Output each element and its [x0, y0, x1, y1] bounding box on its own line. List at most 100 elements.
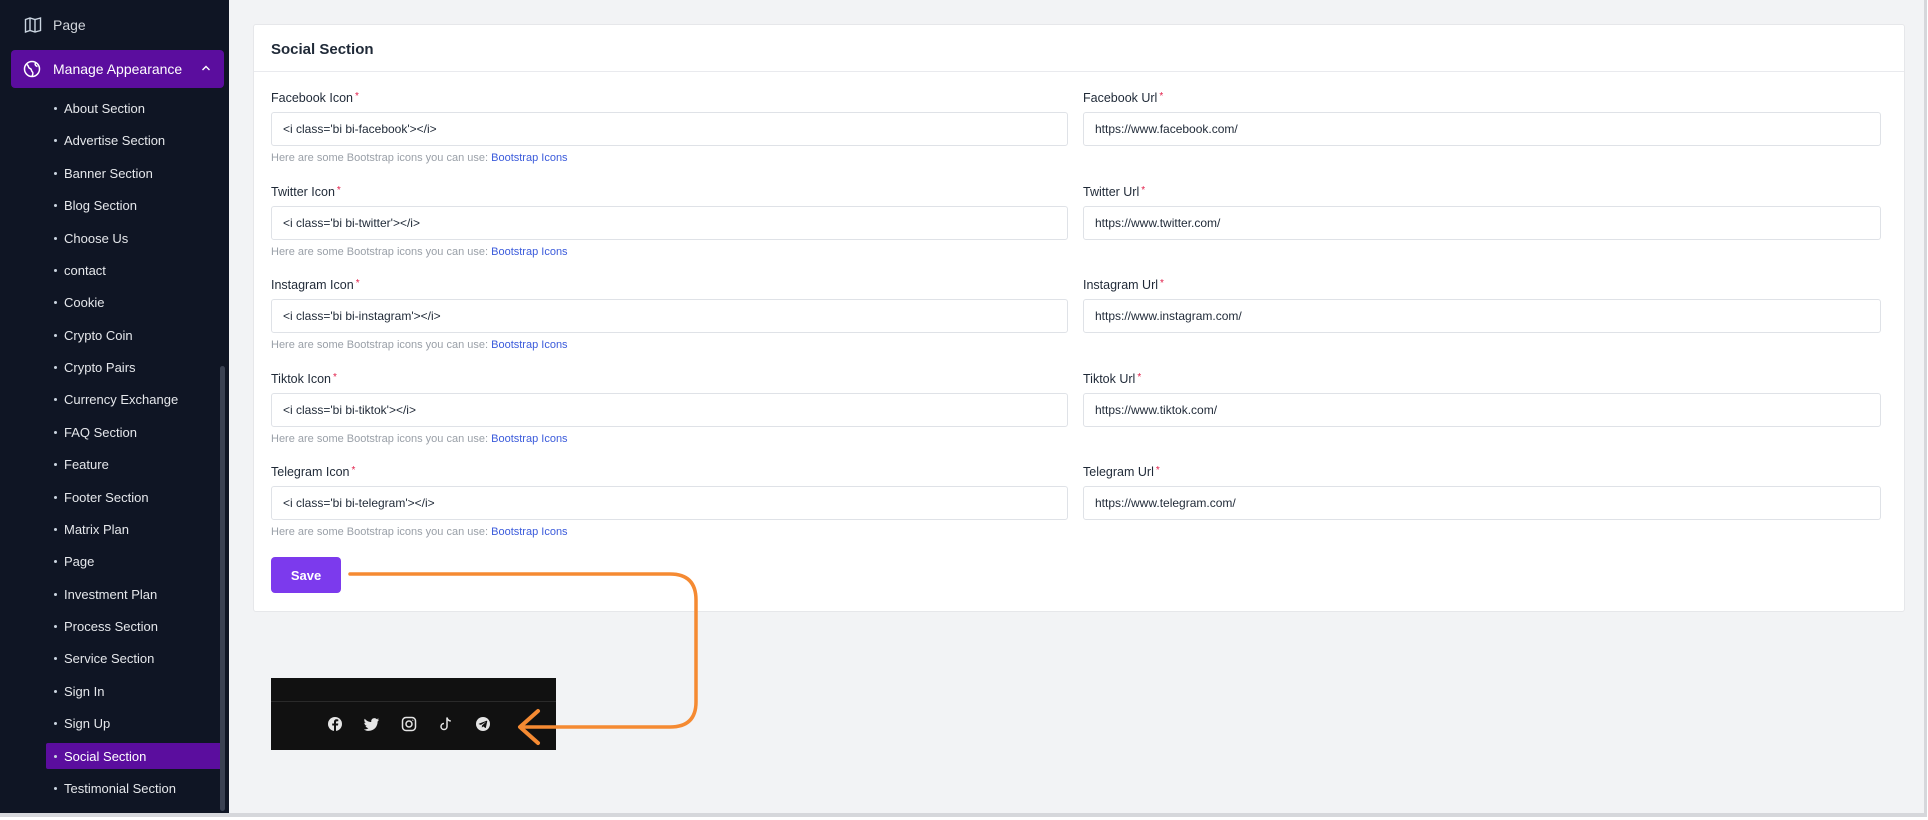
- label-text: Facebook Icon: [271, 91, 353, 105]
- hint-label: Here are some Bootstrap icons you can us…: [271, 339, 489, 351]
- sidebar-item-page[interactable]: Page: [46, 548, 224, 574]
- required-marker: *: [336, 185, 341, 196]
- sidebar-item-label: Currency Exchange: [64, 391, 179, 407]
- required-marker: *: [355, 278, 360, 289]
- sidebar-item-testimonial-section[interactable]: Testimonial Section: [46, 775, 224, 801]
- tiktok-url-input[interactable]: [1083, 393, 1881, 427]
- sidebar-item-crypto-coin[interactable]: Crypto Coin: [46, 322, 224, 348]
- bullet-icon: [54, 495, 57, 499]
- sidebar-item-page-top[interactable]: Page: [0, 12, 229, 38]
- sidebar-item-label: FAQ Section: [64, 424, 137, 440]
- sidebar-item-investment-plan[interactable]: Investment Plan: [46, 581, 224, 607]
- hint-text: Here are some Bootstrap icons you can us…: [271, 152, 568, 164]
- bullet-icon: [54, 300, 57, 304]
- sidebar-item-label: Banner Section: [64, 165, 153, 181]
- sidebar-item-banner-section[interactable]: Banner Section: [46, 160, 224, 186]
- map-icon: [24, 17, 42, 33]
- bullet-icon: [54, 106, 57, 110]
- hint-label: Here are some Bootstrap icons you can us…: [271, 246, 489, 258]
- sidebar-item-label: contact: [64, 262, 106, 278]
- sidebar-item-footer-section[interactable]: Footer Section: [46, 484, 224, 510]
- main-content: Social Section Facebook Icon* Here are s…: [229, 0, 1924, 813]
- required-marker: *: [332, 372, 337, 383]
- hint-label: Here are some Bootstrap icons you can us…: [271, 152, 489, 164]
- sidebar-item-label: Service Section: [64, 650, 155, 666]
- hint-text: Here are some Bootstrap icons you can us…: [271, 433, 568, 445]
- sidebar-item-currency-exchange[interactable]: Currency Exchange: [46, 386, 224, 412]
- sidebar-item-label: Cookie: [64, 294, 105, 310]
- sidebar-item-faq-section[interactable]: FAQ Section: [46, 419, 224, 445]
- telegram-url-input[interactable]: [1083, 486, 1881, 520]
- tiktok-icon-input[interactable]: [271, 393, 1068, 427]
- tiktok-icon: [440, 717, 451, 731]
- divider: [271, 701, 556, 702]
- sidebar-item-label: Sign Up: [64, 715, 111, 731]
- required-marker: *: [1141, 185, 1146, 196]
- sidebar-item-label: Feature: [64, 456, 109, 472]
- twitter-url-input[interactable]: [1083, 206, 1881, 240]
- instagram-url-input[interactable]: [1083, 299, 1881, 333]
- sidebar-item-sign-in[interactable]: Sign In: [46, 678, 224, 704]
- hint-text: Here are some Bootstrap icons you can us…: [271, 339, 568, 351]
- sidebar-item-social-section[interactable]: Social Section: [46, 743, 224, 769]
- chevron-up-icon[interactable]: [200, 62, 212, 74]
- required-marker: *: [355, 91, 359, 102]
- facebook-url-input[interactable]: [1083, 112, 1881, 146]
- hint-label: Here are some Bootstrap icons you can us…: [271, 433, 489, 445]
- bootstrap-icons-link[interactable]: Bootstrap Icons: [491, 339, 567, 351]
- facebook-icon-input[interactable]: [271, 112, 1068, 146]
- social-icons-preview: [271, 678, 556, 750]
- twitter-icon-input[interactable]: [271, 206, 1068, 240]
- bootstrap-icons-link[interactable]: Bootstrap Icons: [491, 433, 567, 445]
- sidebar-item-contact[interactable]: contact: [46, 257, 224, 283]
- bullet-icon: [54, 689, 57, 693]
- sidebar-item-matrix-plan[interactable]: Matrix Plan: [46, 516, 224, 542]
- bootstrap-icons-link[interactable]: Bootstrap Icons: [491, 152, 567, 164]
- sidebar-item-cookie[interactable]: Cookie: [46, 289, 224, 315]
- bullet-icon: [54, 203, 57, 207]
- twitter-url-label: Twitter Url *: [1083, 185, 1145, 199]
- telegram-icon-label: Telegram Icon *: [271, 465, 355, 479]
- save-button[interactable]: Save: [271, 557, 341, 593]
- instagram-icon: [401, 716, 417, 732]
- sidebar-item-advertise-section[interactable]: Advertise Section: [46, 127, 224, 153]
- instagram-url-label: Instagram Url *: [1083, 278, 1164, 292]
- bullet-icon: [54, 624, 57, 628]
- sidebar-item-feature[interactable]: Feature: [46, 451, 224, 477]
- sidebar-item-choose-us[interactable]: Choose Us: [46, 225, 224, 251]
- bullet-icon: [54, 236, 57, 240]
- telegram-icon-input[interactable]: [271, 486, 1068, 520]
- sidebar-item-about-section[interactable]: About Section: [46, 95, 224, 121]
- sidebar-scrollbar[interactable]: [220, 366, 225, 811]
- label-text: Tiktok Url: [1083, 372, 1136, 386]
- required-marker: *: [1160, 278, 1164, 289]
- sidebar-item-manage-appearance[interactable]: Manage Appearance: [11, 50, 224, 88]
- bullet-icon: [54, 365, 57, 369]
- bullet-icon: [54, 138, 57, 142]
- facebook-icon-label: Facebook Icon *: [271, 91, 359, 105]
- instagram-icon-input[interactable]: [271, 299, 1068, 333]
- tiktok-icon-label: Tiktok Icon *: [271, 372, 337, 386]
- telegram-icon: [476, 717, 490, 731]
- required-marker: *: [351, 465, 356, 476]
- bootstrap-icons-link[interactable]: Bootstrap Icons: [491, 526, 567, 538]
- twitter-icon: [364, 718, 379, 731]
- bullet-icon: [54, 754, 57, 758]
- sidebar-item-crypto-pairs[interactable]: Crypto Pairs: [46, 354, 224, 380]
- sidebar-item-service-section[interactable]: Service Section: [46, 645, 224, 671]
- hint-text: Here are some Bootstrap icons you can us…: [271, 526, 568, 538]
- facebook-url-label: Facebook Url *: [1083, 91, 1163, 105]
- sidebar-item-sign-up[interactable]: Sign Up: [46, 710, 224, 736]
- sidebar-item-label: Footer Section: [64, 489, 149, 505]
- sidebar-item-label: Process Section: [64, 618, 158, 634]
- label-text: Telegram Icon: [271, 465, 350, 479]
- sidebar-item-process-section[interactable]: Process Section: [46, 613, 224, 639]
- label-text: Telegram Url: [1083, 465, 1154, 479]
- hint-text: Here are some Bootstrap icons you can us…: [271, 246, 568, 258]
- sidebar-item-label: Crypto Pairs: [64, 359, 136, 375]
- social-section-card: Social Section Facebook Icon* Here are s…: [253, 24, 1905, 612]
- bullet-icon: [54, 397, 57, 401]
- sidebar-item-blog-section[interactable]: Blog Section: [46, 192, 224, 218]
- bootstrap-icons-link[interactable]: Bootstrap Icons: [491, 246, 567, 258]
- tiktok-url-label: Tiktok Url *: [1083, 372, 1141, 386]
